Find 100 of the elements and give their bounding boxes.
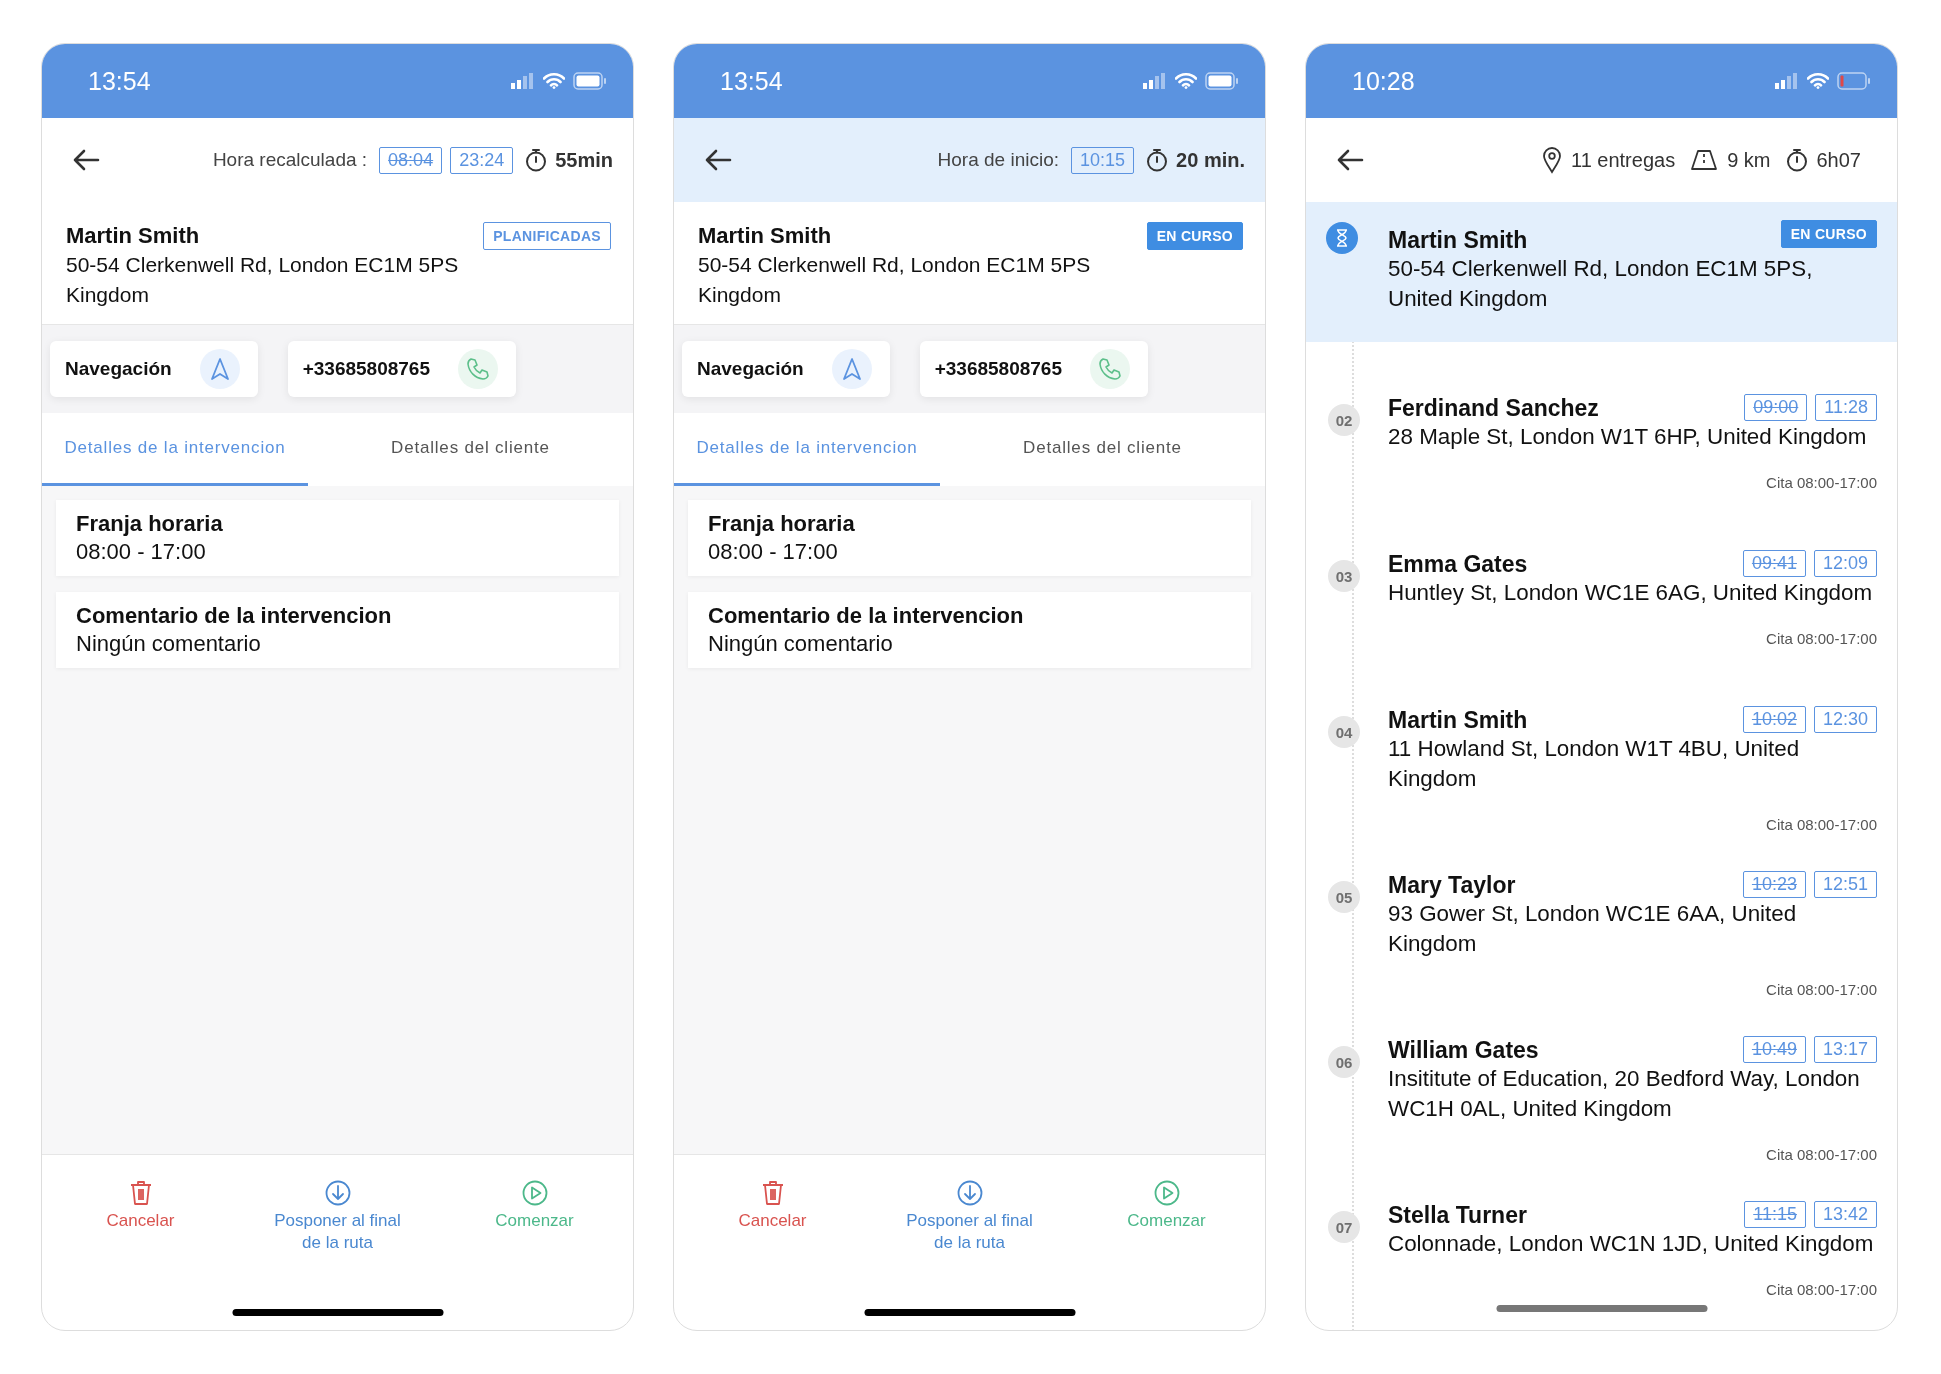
phone-icon	[465, 356, 491, 382]
card-title: Franja horaria	[708, 510, 856, 538]
time-chip: 12:09	[1813, 550, 1877, 577]
phone-icon	[1097, 356, 1123, 382]
card-title: Comentario de la intervencion	[708, 602, 1025, 630]
stopwatch-icon	[1146, 148, 1169, 172]
stop-address: 28 Maple St, London W1T 6HP, United Kingdom	[1388, 423, 1868, 451]
arrow-down-circle-icon	[956, 1180, 983, 1206]
navigation-arrow-icon	[208, 357, 231, 381]
stop-item[interactable]: 07 Stella Turner 11:15 13:42 Colonnade, London WC1N 1JD, United Kingdom Cita 08:00-17:00	[1306, 1175, 1897, 1330]
signal-icon	[1143, 73, 1167, 89]
time-chip: 09:41	[1742, 550, 1806, 577]
stop-number: 02	[1328, 404, 1360, 436]
status-badge: PLANIFICADAS	[483, 222, 611, 250]
stop-address: 50-54 Clerkenwell Rd, London EC1M 5PS, United Kingdom	[1388, 255, 1814, 313]
wifi-icon	[543, 73, 565, 89]
phone-button[interactable]: +33685808765	[919, 341, 1148, 397]
cancel-button[interactable]: Cancelar	[687, 1179, 858, 1233]
postpone-button[interactable]: Posponer al final de la ruta	[252, 1179, 423, 1255]
stop-address: 93 Gower St, London WC1E 6AA, United Kingdom	[1388, 900, 1798, 958]
stop-address: 11 Howland St, London W1T 4BU, United Kingdom	[1388, 735, 1801, 793]
appointment-window: Cita 08:00-17:00	[1766, 816, 1877, 833]
time-chip: 12:51	[1813, 871, 1877, 898]
stop-item[interactable]: 03 Emma Gates 09:41 12:09 Huntley St, London WC1E 6AG, United Kingdom Cita 08:00-17:00	[1306, 524, 1897, 680]
appointment-window: Cita 08:00-17:00	[1766, 1146, 1877, 1163]
trash-icon	[760, 1180, 785, 1206]
navigation-button[interactable]: Navegación	[50, 341, 258, 397]
customer-address: Kingdom	[698, 282, 782, 308]
card-value: 08:00 - 17:00	[708, 538, 839, 566]
cancel-button[interactable]: Cancelar	[55, 1179, 226, 1233]
navigation-button[interactable]: Navegación	[682, 341, 890, 397]
map-pin-icon	[1542, 146, 1562, 174]
stop-address: Colonnade, London WC1N 1JD, United Kingdom	[1388, 1230, 1875, 1258]
postpone-button[interactable]: Posponer al final de la ruta	[884, 1179, 1055, 1255]
time-chip: 11:28	[1815, 394, 1877, 421]
appointment-window: Cita 08:00-17:00	[1766, 630, 1877, 647]
status-time: 10:28	[1352, 66, 1415, 96]
signal-icon	[1775, 73, 1799, 89]
time-chip: 13:17	[1813, 1036, 1877, 1063]
wifi-icon	[1807, 73, 1829, 89]
phone-button[interactable]: +33685808765	[287, 341, 516, 397]
customer-address: Kingdom	[66, 282, 150, 308]
time-chip: 08:04	[379, 146, 443, 174]
stop-name: William Gates	[1388, 1036, 1540, 1064]
stop-number: 05	[1328, 881, 1360, 913]
time-label: Hora recalculada :	[212, 149, 368, 171]
time-chip: 10:15	[1071, 146, 1135, 174]
time-chip: 10:49	[1742, 1036, 1806, 1063]
signal-icon	[511, 73, 535, 89]
duration-text: 55min	[555, 148, 613, 172]
customer-address: 50-54 Clerkenwell Rd, London EC1M 5PS	[698, 252, 1092, 278]
wifi-icon	[1175, 73, 1197, 89]
tab[interactable]: Detalles del cliente	[939, 413, 1265, 486]
customer-name: Martin Smith	[698, 222, 833, 250]
route-stat: 9 km	[1727, 148, 1771, 172]
time-label: Hora de inicio:	[937, 149, 1060, 171]
appointment-window: Cita 08:00-17:00	[1766, 981, 1877, 998]
stop-name: Martin Smith	[1388, 706, 1529, 734]
route-stat: 11 entregas	[1571, 148, 1676, 172]
card-value: 08:00 - 17:00	[76, 538, 207, 566]
duration-text: 20 min.	[1176, 148, 1245, 172]
stop-item[interactable]: 05 Mary Taylor 10:23 12:51 93 Gower St, London WC1E 6AA, United Kingdom Cita 08:00-17:00	[1306, 845, 1897, 1010]
appointment-window: Cita 08:00-17:00	[1766, 1281, 1877, 1298]
time-chip: 10:23	[1742, 871, 1806, 898]
play-circle-icon	[521, 1180, 548, 1206]
card-title: Franja horaria	[76, 510, 224, 538]
stop-number: 07	[1328, 1211, 1360, 1243]
status-badge: EN CURSO	[1146, 222, 1243, 250]
road-icon	[1690, 149, 1719, 171]
stop-number: 03	[1328, 560, 1360, 592]
stop-item[interactable]: Martin Smith EN CURSO 50-54 Clerkenwell Rd, London EC1M 5PS, United Kingdom	[1306, 202, 1897, 342]
customer-address: 50-54 Clerkenwell Rd, London EC1M 5PS	[66, 252, 460, 278]
appointment-window: Cita 08:00-17:00	[1766, 474, 1877, 491]
stop-item[interactable]: 04 Martin Smith 10:02 12:30 11 Howland St, London W1T 4BU, United Kingdom Cita 08:00-17:00	[1306, 680, 1897, 845]
play-circle-icon	[1153, 1180, 1180, 1206]
time-chip: 09:00	[1744, 394, 1808, 421]
route-stat: 6h07	[1816, 148, 1861, 172]
navigation-arrow-icon	[840, 357, 863, 381]
stopwatch-icon	[1785, 148, 1808, 172]
time-chip: 23:24	[450, 146, 514, 174]
stop-address: Huntley St, London WC1E 6AG, United Kingdom	[1388, 579, 1874, 607]
card-value: Ningún comentario	[76, 630, 262, 658]
card-title: Comentario de la intervencion	[76, 602, 393, 630]
card-value: Ningún comentario	[708, 630, 894, 658]
status-time: 13:54	[88, 66, 151, 96]
time-chip: 12:30	[1813, 706, 1877, 733]
stop-name: Emma Gates	[1388, 550, 1529, 578]
stop-address: Insititute of Education, 20 Bedford Way, London WC1H 0AL, United Kingdom	[1388, 1065, 1861, 1123]
tab[interactable]: Detalles del cliente	[307, 413, 633, 486]
stop-item[interactable]: 06 William Gates 10:49 13:17 Insititute of Education, 20 Bedford Way, London WC1H 0AL, United Kingdom Cita 08:00-17:00	[1306, 1010, 1897, 1175]
stopwatch-icon	[525, 148, 548, 172]
time-chip: 13:42	[1813, 1201, 1877, 1228]
status-badge: EN CURSO	[1780, 220, 1877, 248]
stop-name: Ferdinand Sanchez	[1388, 394, 1600, 422]
stop-name: Stella Turner	[1388, 1201, 1528, 1229]
stop-item[interactable]: 02 Ferdinand Sanchez 09:00 11:28 28 Maple St, London W1T 6HP, United Kingdom Cita 08:00-17:00	[1306, 368, 1897, 524]
time-chip: 10:02	[1742, 706, 1806, 733]
stop-number: 04	[1328, 716, 1360, 748]
stop-name: Martin Smith	[1388, 226, 1529, 254]
stop-name: Mary Taylor	[1388, 871, 1517, 899]
